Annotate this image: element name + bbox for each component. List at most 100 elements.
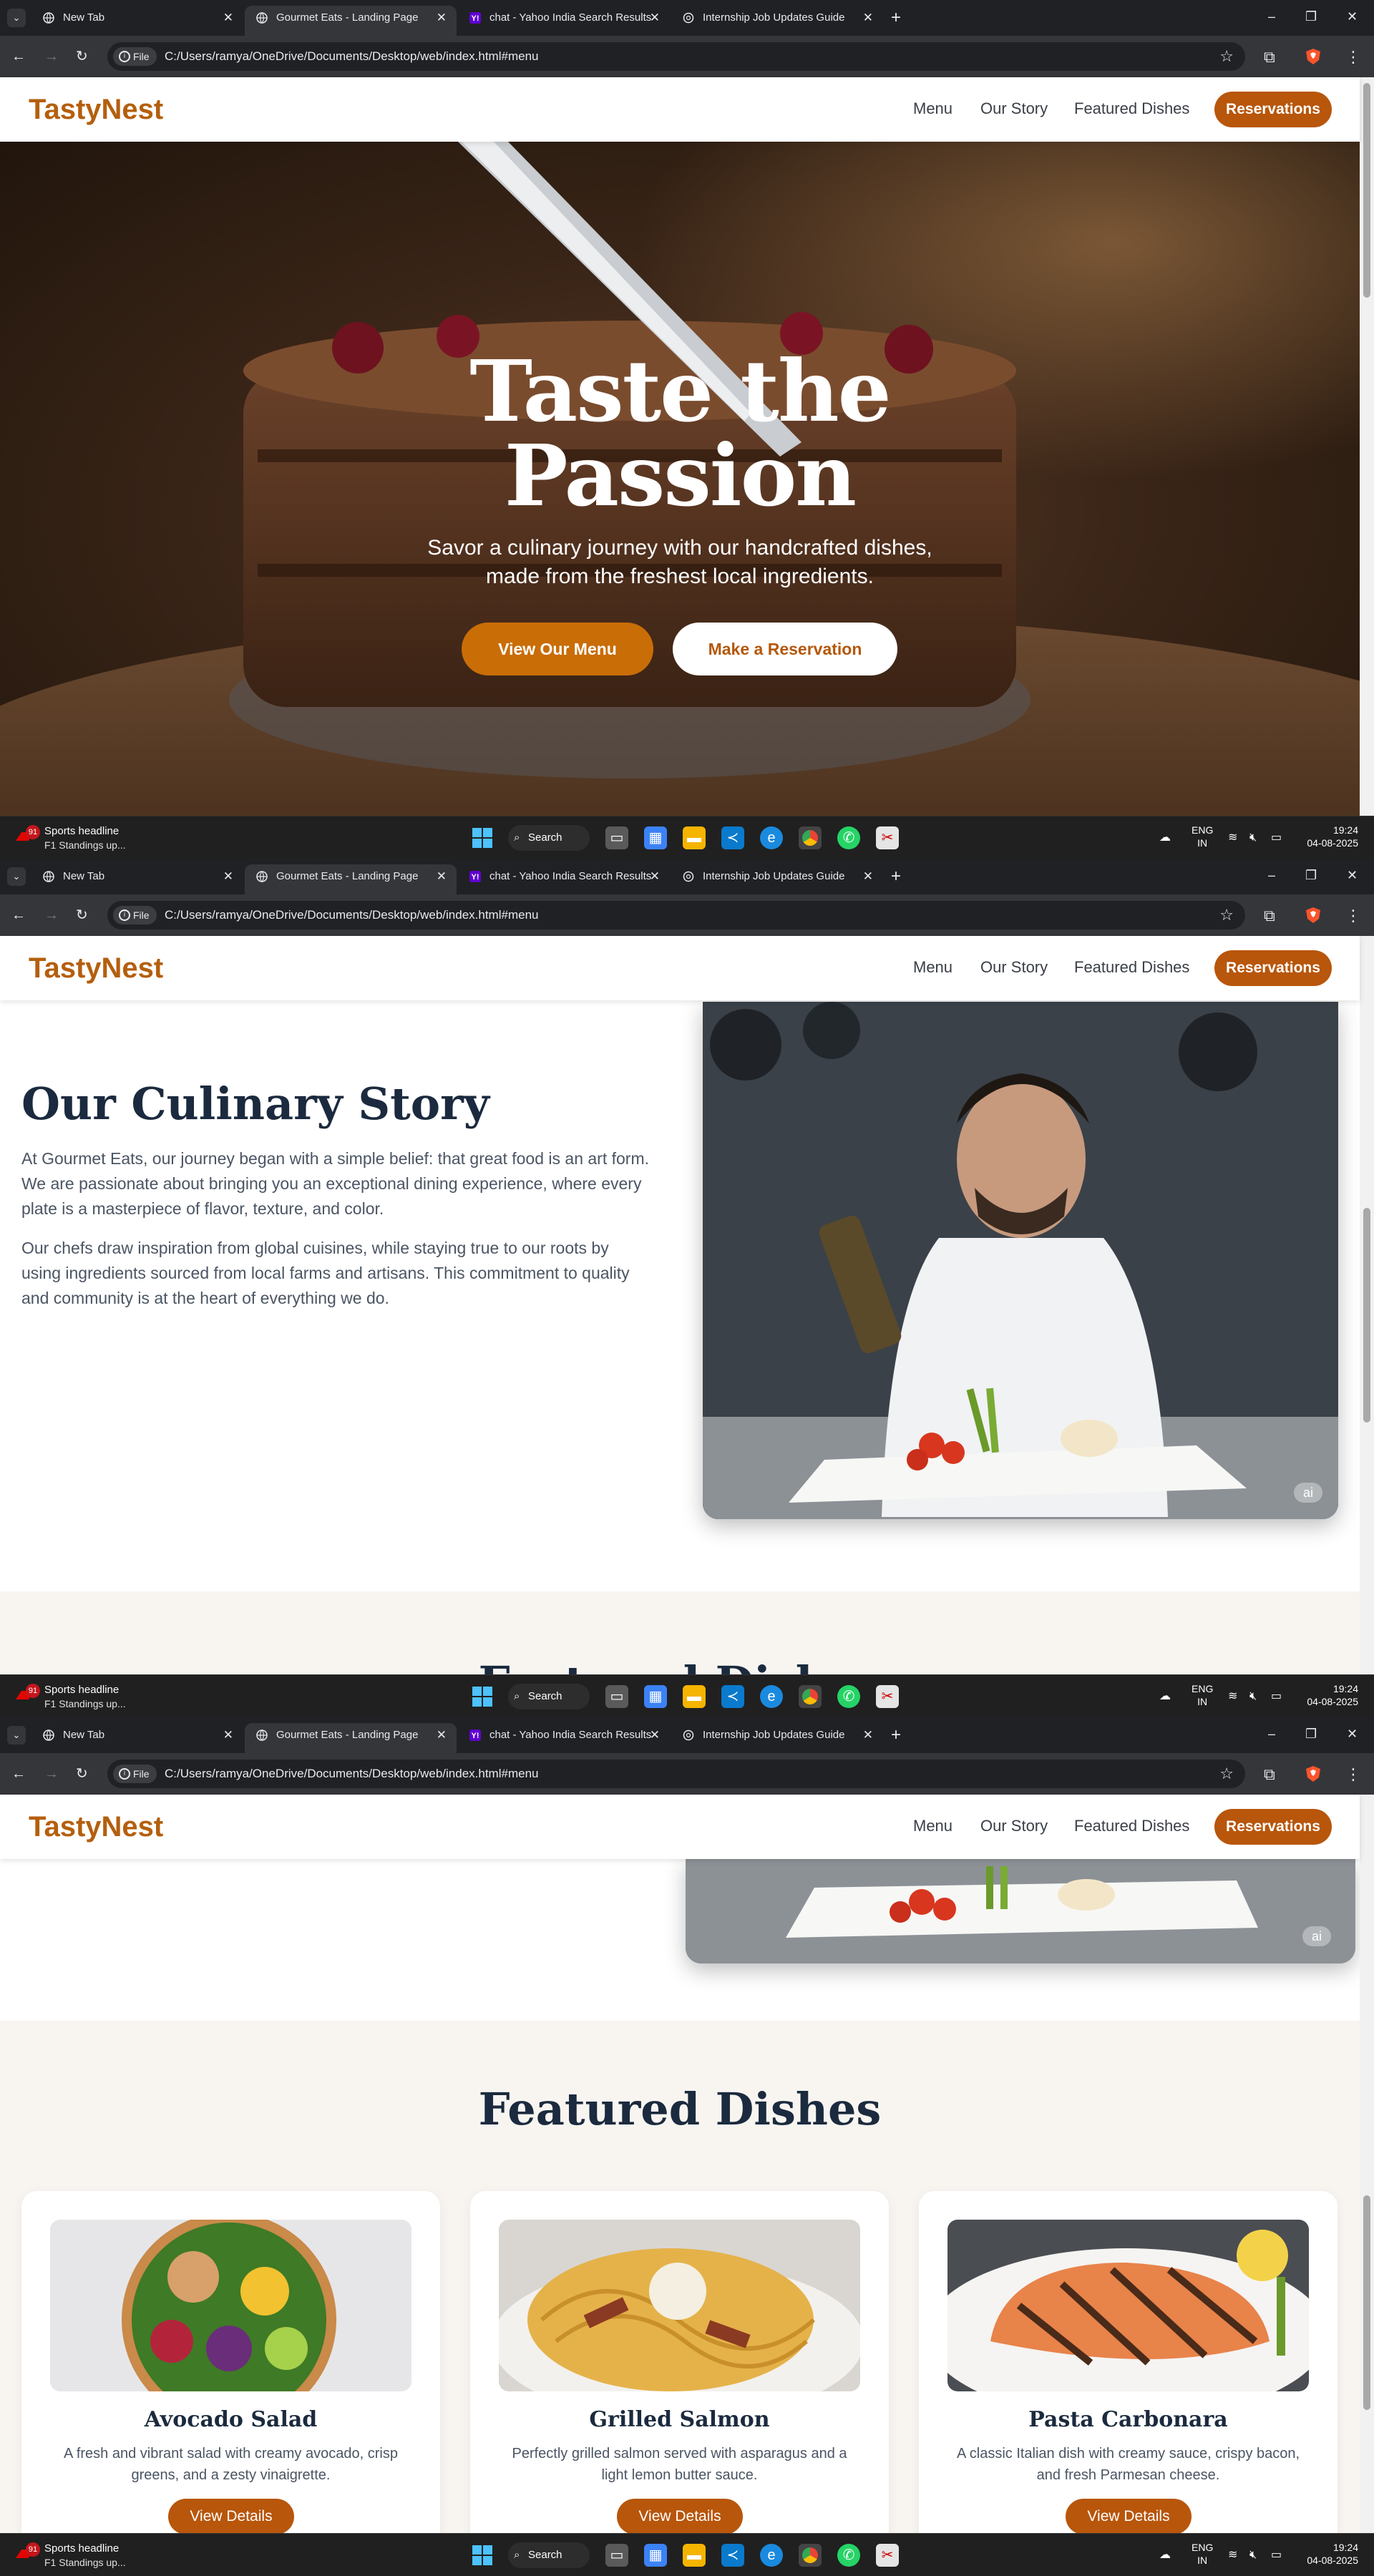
tab-internship-guide[interactable]: Internship Job Updates Guide ✕: [671, 6, 883, 36]
close-icon[interactable]: ✕: [863, 6, 873, 30]
back-icon[interactable]: ←: [11, 904, 26, 926]
vscode-icon[interactable]: ≺: [721, 826, 744, 849]
page-scrollbar[interactable]: [1360, 936, 1374, 1674]
nav-menu[interactable]: Menu: [913, 950, 952, 985]
task-view-icon[interactable]: ▭: [605, 2544, 628, 2567]
nav-menu[interactable]: Menu: [913, 92, 952, 126]
wifi-icon[interactable]: ≋: [1228, 1684, 1237, 1709]
more-menu-icon[interactable]: ⋮: [1345, 906, 1361, 926]
news-widget[interactable]: 91 Sports headline F1 Standings up...: [14, 822, 143, 854]
tab-search-button[interactable]: ⌄: [7, 867, 26, 886]
store-icon[interactable]: ▦: [644, 2544, 667, 2567]
taskbar-search[interactable]: ⌕ Search: [508, 2542, 590, 2568]
snipping-tool-icon[interactable]: ✂: [876, 826, 899, 849]
snipping-tool-icon[interactable]: ✂: [876, 1685, 899, 1708]
reload-icon[interactable]: ↻: [76, 1763, 88, 1785]
nav-our-story[interactable]: Our Story: [980, 950, 1048, 985]
restore-button[interactable]: ❐: [1305, 1722, 1317, 1746]
extensions-icon[interactable]: ⧉: [1264, 47, 1275, 67]
chrome-icon[interactable]: [799, 826, 822, 849]
more-menu-icon[interactable]: ⋮: [1345, 47, 1361, 67]
scrollbar-thumb[interactable]: [1363, 83, 1370, 298]
volume-muted-icon[interactable]: 🔇︎: [1249, 2542, 1257, 2568]
tab-yahoo-search[interactable]: Y! chat - Yahoo India Search Results ✕: [458, 1723, 670, 1753]
view-menu-button[interactable]: View Our Menu: [462, 623, 653, 675]
brave-profile-icon[interactable]: [1304, 47, 1322, 66]
vscode-icon[interactable]: ≺: [721, 2544, 744, 2567]
view-details-button[interactable]: View Details: [617, 2499, 743, 2533]
site-info-chip[interactable]: i File: [113, 47, 157, 66]
restore-button[interactable]: ❐: [1305, 863, 1317, 887]
store-icon[interactable]: ▦: [644, 826, 667, 849]
edge-icon[interactable]: e: [760, 2544, 783, 2567]
windows-start-icon[interactable]: [472, 1687, 492, 1707]
brave-profile-icon[interactable]: [1304, 906, 1322, 924]
edge-icon[interactable]: e: [760, 826, 783, 849]
nav-featured-dishes[interactable]: Featured Dishes: [1074, 1809, 1189, 1843]
tab-gourmet-eats[interactable]: Gourmet Eats - Landing Page ✕: [245, 1723, 457, 1753]
scrollbar-thumb[interactable]: [1363, 1208, 1370, 1423]
battery-icon[interactable]: ▭: [1271, 1684, 1282, 1709]
close-icon[interactable]: ✕: [650, 6, 660, 30]
tab-yahoo-search[interactable]: Y! chat - Yahoo India Search Results ✕: [458, 864, 670, 894]
taskbar-search[interactable]: ⌕ Search: [508, 825, 590, 851]
store-icon[interactable]: ▦: [644, 1685, 667, 1708]
reload-icon[interactable]: ↻: [76, 46, 88, 67]
close-icon[interactable]: ✕: [863, 1723, 873, 1747]
weather-icon[interactable]: ☁: [1159, 825, 1171, 851]
tab-new-tab[interactable]: New Tab ✕: [31, 864, 243, 894]
tab-search-button[interactable]: ⌄: [7, 1726, 26, 1745]
file-explorer-icon[interactable]: ▬: [683, 2544, 706, 2567]
nav-our-story[interactable]: Our Story: [980, 1809, 1048, 1843]
reservations-button[interactable]: Reservations: [1214, 950, 1332, 986]
snipping-tool-icon[interactable]: ✂: [876, 2544, 899, 2567]
minimize-button[interactable]: –: [1268, 4, 1275, 29]
close-window-button[interactable]: ✕: [1347, 1722, 1358, 1746]
view-details-button[interactable]: View Details: [168, 2499, 294, 2533]
edge-icon[interactable]: e: [760, 1685, 783, 1708]
close-icon[interactable]: ✕: [437, 1723, 447, 1747]
close-icon[interactable]: ✕: [650, 1723, 660, 1747]
chrome-icon[interactable]: [799, 1685, 822, 1708]
close-icon[interactable]: ✕: [863, 864, 873, 889]
volume-muted-icon[interactable]: 🔇︎: [1249, 825, 1257, 851]
back-icon[interactable]: ←: [11, 46, 26, 67]
url-text[interactable]: C:/Users/ramya/OneDrive/Documents/Deskto…: [165, 901, 538, 930]
reservations-button[interactable]: Reservations: [1214, 1809, 1332, 1845]
whatsapp-icon[interactable]: ✆: [837, 826, 860, 849]
tab-gourmet-eats[interactable]: Gourmet Eats - Landing Page ✕: [245, 6, 457, 36]
wifi-icon[interactable]: ≋: [1228, 2542, 1237, 2568]
site-info-chip[interactable]: i File: [113, 1765, 157, 1783]
tab-search-button[interactable]: ⌄: [7, 9, 26, 27]
vscode-icon[interactable]: ≺: [721, 1685, 744, 1708]
scrollbar-thumb[interactable]: [1363, 2195, 1370, 2410]
news-widget[interactable]: 91 Sports headline F1 Standings up...: [14, 2540, 143, 2571]
url-text[interactable]: C:/Users/ramya/OneDrive/Documents/Deskto…: [165, 1760, 538, 1788]
chrome-icon[interactable]: [799, 2544, 822, 2567]
minimize-button[interactable]: –: [1268, 863, 1275, 887]
tab-new-tab[interactable]: New Tab ✕: [31, 1723, 243, 1753]
close-icon[interactable]: ✕: [437, 864, 447, 889]
site-logo[interactable]: TastyNest: [29, 1809, 163, 1845]
address-bar[interactable]: i File C:/Users/ramya/OneDrive/Documents/…: [107, 1760, 1245, 1788]
news-widget[interactable]: 91 Sports headline F1 Standings up...: [14, 1681, 143, 1712]
battery-icon[interactable]: ▭: [1271, 825, 1282, 851]
new-tab-button[interactable]: +: [891, 6, 901, 30]
new-tab-button[interactable]: +: [891, 864, 901, 889]
extensions-icon[interactable]: ⧉: [1264, 906, 1275, 926]
restore-button[interactable]: ❐: [1305, 4, 1317, 29]
page-scrollbar[interactable]: [1360, 1795, 1374, 2533]
whatsapp-icon[interactable]: ✆: [837, 2544, 860, 2567]
tab-internship-guide[interactable]: Internship Job Updates Guide ✕: [671, 1723, 883, 1753]
tab-new-tab[interactable]: New Tab ✕: [31, 6, 243, 36]
weather-icon[interactable]: ☁: [1159, 2542, 1171, 2568]
nav-featured-dishes[interactable]: Featured Dishes: [1074, 950, 1189, 985]
tab-internship-guide[interactable]: Internship Job Updates Guide ✕: [671, 864, 883, 894]
close-window-button[interactable]: ✕: [1347, 863, 1358, 887]
address-bar[interactable]: i File C:/Users/ramya/OneDrive/Documents/…: [107, 901, 1245, 930]
language-indicator[interactable]: ENG IN: [1192, 2541, 1213, 2567]
taskbar-search[interactable]: ⌕ Search: [508, 1684, 590, 1709]
bookmark-star-icon[interactable]: ☆: [1219, 1760, 1234, 1788]
nav-our-story[interactable]: Our Story: [980, 92, 1048, 126]
close-icon[interactable]: ✕: [650, 864, 660, 889]
